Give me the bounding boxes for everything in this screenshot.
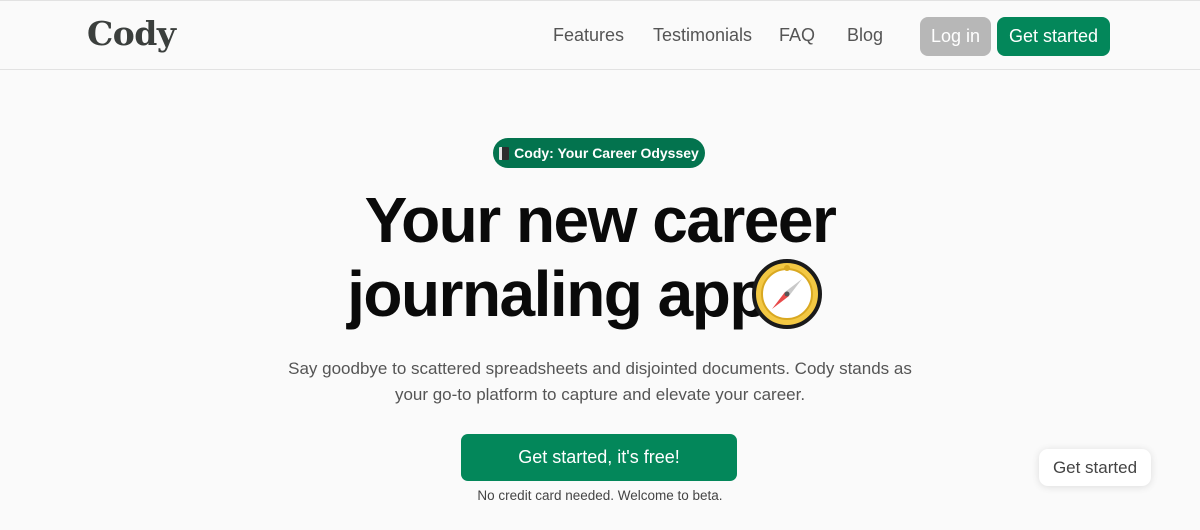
- get-started-free-button[interactable]: Get started, it's free!: [461, 434, 737, 481]
- logo[interactable]: Cody: [87, 14, 176, 53]
- login-button[interactable]: Log in: [920, 17, 991, 56]
- hero-badge: Cody: Your Career Odyssey: [493, 138, 705, 168]
- top-navbar: Cody Features Testimonials FAQ Blog Log …: [0, 0, 1200, 70]
- hero-badge-label: Cody: Your Career Odyssey: [514, 145, 699, 161]
- hero-subtitle: Say goodbye to scattered spreadsheets an…: [288, 359, 912, 404]
- nav-link-blog[interactable]: Blog: [847, 25, 883, 46]
- hero-headline: Your new career journaling app: [0, 183, 1200, 331]
- floating-get-started-button[interactable]: Get started: [1039, 449, 1151, 486]
- nav-link-faq[interactable]: FAQ: [779, 25, 815, 46]
- headline-line-2: journaling app: [347, 258, 768, 330]
- beta-note: No credit card needed. Welcome to beta.: [477, 488, 723, 503]
- compass-icon: [752, 259, 822, 329]
- nav-link-testimonials[interactable]: Testimonials: [653, 25, 752, 46]
- nav-link-features[interactable]: Features: [553, 25, 624, 46]
- headline-line-1: Your new career: [364, 184, 837, 256]
- get-started-nav-button[interactable]: Get started: [997, 17, 1110, 56]
- notebook-icon: [499, 146, 510, 160]
